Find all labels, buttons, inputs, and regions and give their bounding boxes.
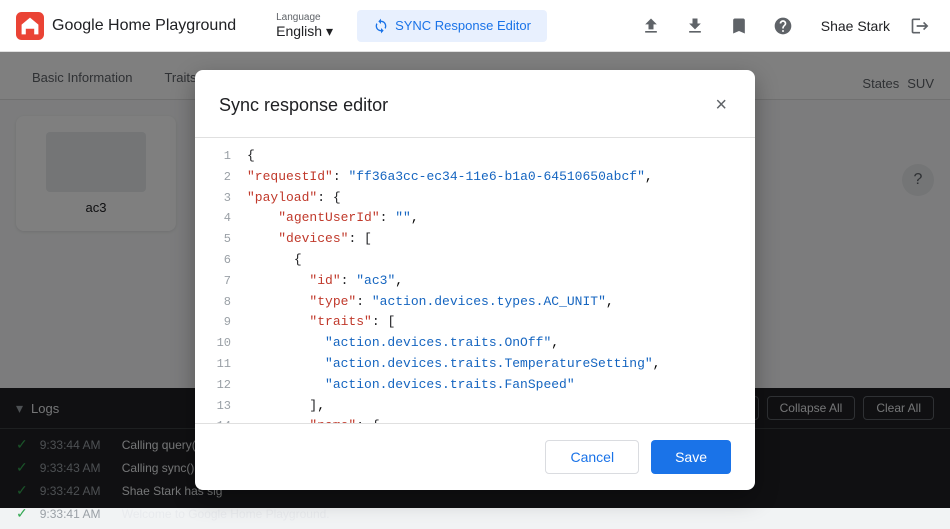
language-value[interactable]: English ▾ (276, 23, 333, 40)
code-line-5: 5 "devices": [ (195, 229, 755, 250)
language-selector[interactable]: Language English ▾ (276, 12, 333, 40)
sync-response-editor-modal: Sync response editor × 1 { 2 "requestId"… (195, 70, 755, 490)
help-icon-button[interactable] (769, 12, 797, 40)
modal-close-button[interactable]: × (711, 90, 731, 121)
download-icon (685, 16, 705, 36)
header-actions: Shae Stark (637, 12, 934, 40)
sync-btn-label: SYNC Response Editor (395, 18, 531, 33)
modal-footer: Cancel Save (195, 423, 755, 490)
language-label: Language (276, 12, 321, 23)
modal-body[interactable]: 1 { 2 "requestId": "ff36a3cc-ec34-11e6-b… (195, 138, 755, 423)
log-time: 9:33:41 AM (40, 507, 110, 521)
code-line-7: 7 "id": "ac3", (195, 271, 755, 292)
modal-overlay: Sync response editor × 1 { 2 "requestId"… (0, 52, 950, 508)
code-line-9: 9 "traits": [ (195, 312, 755, 333)
code-line-3: 3 "payload": { (195, 188, 755, 209)
logout-icon-button[interactable] (906, 12, 934, 40)
code-line-11: 11 "action.devices.traits.TemperatureSet… (195, 354, 755, 375)
language-text: English (276, 23, 322, 39)
user-name: Shae Stark (821, 18, 890, 34)
bookmark-icon (729, 16, 749, 36)
modal-title: Sync response editor (219, 95, 388, 116)
app-title: Google Home Playground (52, 17, 236, 35)
upload-icon (641, 16, 661, 36)
home-icon (16, 12, 44, 40)
code-line-2: 2 "requestId": "ff36a3cc-ec34-11e6-b1a0-… (195, 167, 755, 188)
code-editor[interactable]: 1 { 2 "requestId": "ff36a3cc-ec34-11e6-b… (195, 138, 755, 423)
save-button[interactable]: Save (651, 440, 731, 474)
code-line-8: 8 "type": "action.devices.types.AC_UNIT"… (195, 292, 755, 313)
code-line-10: 10 "action.devices.traits.OnOff", (195, 333, 755, 354)
log-message: Welcome to Google Home Playground. (122, 507, 330, 521)
modal-header: Sync response editor × (195, 70, 755, 138)
download-icon-button[interactable] (681, 12, 709, 40)
code-line-13: 13 ], (195, 396, 755, 417)
logout-icon (910, 16, 930, 36)
code-line-6: 6 { (195, 250, 755, 271)
help-icon (773, 16, 793, 36)
main-content: Basic Information Traits Attributes Stat… (0, 52, 950, 508)
bookmark-icon-button[interactable] (725, 12, 753, 40)
sync-icon (373, 18, 389, 34)
code-line-12: 12 "action.devices.traits.FanSpeed" (195, 375, 755, 396)
code-line-1: 1 { (195, 146, 755, 167)
upload-icon-button[interactable] (637, 12, 665, 40)
logo-area: Google Home Playground (16, 12, 236, 40)
code-line-4: 4 "agentUserId": "", (195, 208, 755, 229)
code-line-14: 14 "name": { (195, 416, 755, 423)
chevron-down-icon: ▾ (326, 23, 333, 40)
app-header: Google Home Playground Language English … (0, 0, 950, 52)
cancel-button[interactable]: Cancel (545, 440, 639, 474)
sync-response-editor-button[interactable]: SYNC Response Editor (357, 10, 547, 42)
